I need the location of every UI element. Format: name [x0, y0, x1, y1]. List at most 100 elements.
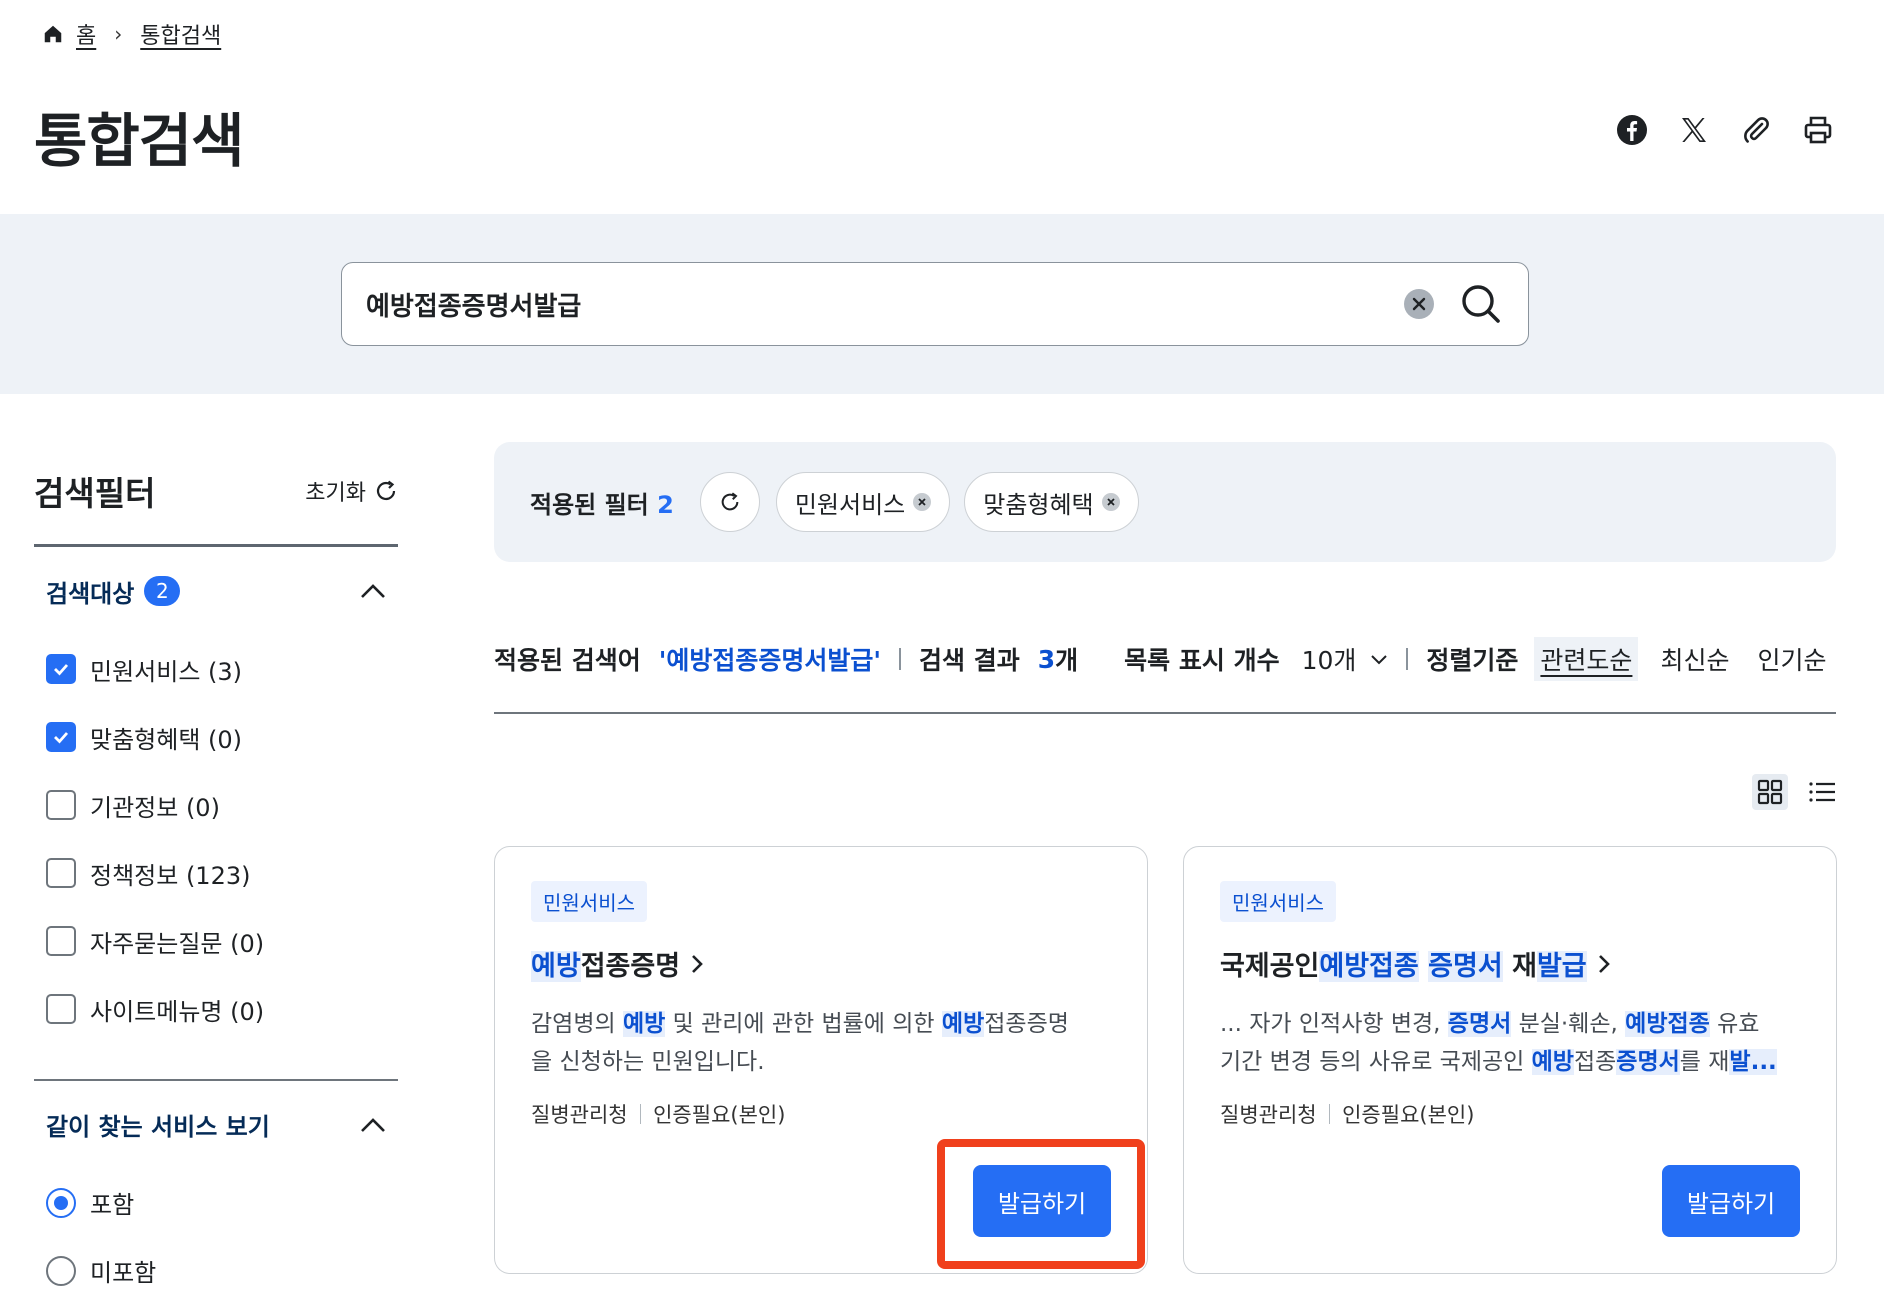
chevron-up-icon[interactable]: [360, 583, 386, 599]
remove-chip-icon[interactable]: [1101, 493, 1120, 511]
printer-icon[interactable]: [1800, 112, 1836, 148]
result-count-unit: 개: [1055, 646, 1079, 675]
check-icon: [54, 732, 69, 744]
facebook-icon[interactable]: [1614, 112, 1650, 148]
title-text: 접종증명: [580, 951, 681, 982]
divider: [639, 1104, 642, 1124]
desc-text: 분실·훼손,: [1511, 1011, 1626, 1037]
filter-group-related-title: 같이 찾는 서비스 보기: [46, 1113, 270, 1141]
chip-label: 맞춤형혜택: [983, 490, 1094, 519]
chip-label: 민원서비스: [794, 490, 906, 519]
result-card-title-link[interactable]: 예방접종증명: [531, 944, 1111, 983]
desc-text: 접종: [1573, 1049, 1617, 1075]
list-icon: [1809, 782, 1835, 802]
check-icon: [54, 664, 69, 676]
filter-group-target-header[interactable]: 검색대상 2: [34, 547, 398, 635]
auth-requirement: 인증필요(본인): [1342, 1103, 1475, 1127]
home-icon: [44, 25, 62, 43]
rows-per-page-select[interactable]: 10개: [1302, 641, 1389, 677]
paperclip-icon[interactable]: [1738, 112, 1774, 148]
chevron-right-icon: [1598, 954, 1610, 973]
issue-button[interactable]: 발급하기: [973, 1165, 1111, 1237]
highlight-text: 예방: [941, 1011, 985, 1037]
result-card-meta: 질병관리청 인증필요(본인): [1220, 1099, 1800, 1129]
search-button[interactable]: [1458, 281, 1504, 327]
filter-checkbox-item[interactable]: 민원서비스 (3): [34, 635, 398, 703]
divider: [899, 648, 902, 670]
divider: [1328, 1104, 1331, 1124]
checkbox-label: 기관정보 (0): [90, 793, 220, 822]
checkbox[interactable]: [46, 722, 76, 752]
related-service-radio-item[interactable]: 포함: [34, 1169, 398, 1237]
checkbox-label: 민원서비스 (3): [90, 657, 243, 686]
issue-button[interactable]: 발급하기: [1662, 1165, 1800, 1237]
desc-text: 을 신청하는 민원입니다.: [531, 1049, 765, 1075]
checkbox[interactable]: [46, 654, 76, 684]
category-tag: 민원서비스: [531, 881, 647, 922]
checkbox[interactable]: [46, 994, 76, 1024]
search-input[interactable]: [366, 263, 1366, 345]
applied-filter-chip[interactable]: 민원서비스: [775, 472, 951, 532]
sort-option[interactable]: 인기순: [1751, 637, 1832, 681]
reset-applied-filters-button[interactable]: [699, 472, 760, 532]
page-title: 통합검색: [34, 107, 244, 175]
title-text: 국제공인: [1220, 951, 1320, 982]
divider: [1406, 648, 1409, 670]
chevron-down-icon: [1371, 655, 1388, 665]
sort-option[interactable]: 관련도순: [1534, 637, 1639, 681]
x-twitter-icon[interactable]: [1676, 112, 1712, 148]
filter-checkbox-item[interactable]: 사이트메뉴명 (0): [34, 975, 398, 1043]
radio-label: 미포함: [90, 1259, 157, 1287]
grid-view-button[interactable]: [1752, 774, 1788, 810]
checkbox[interactable]: [46, 858, 76, 888]
highlight-text: 예방: [622, 1011, 666, 1037]
result-count: 3: [1037, 644, 1056, 674]
breadcrumb-home-link[interactable]: 홈: [76, 18, 96, 50]
checkbox-label: 정책정보 (123): [90, 861, 251, 890]
refresh-icon: [721, 492, 739, 511]
result-count-label: 검색 결과: [919, 646, 1020, 675]
chevron-up-icon[interactable]: [360, 1117, 386, 1133]
highlight-text: 예방접종: [1319, 951, 1419, 982]
radio-button[interactable]: [46, 1255, 76, 1286]
close-icon: [1412, 297, 1426, 311]
reset-filter-button[interactable]: 초기화: [305, 475, 398, 507]
applied-query-label: 적용된 검색어: [494, 646, 641, 675]
result-card-description: ... 자가 인적사항 변경, 증명서 분실·훼손, 예방접종 유효 기간 변경…: [1220, 1005, 1800, 1081]
grid-icon: [1757, 779, 1783, 805]
title-text: [1419, 951, 1428, 982]
related-service-radio-item[interactable]: 미포함: [34, 1237, 398, 1305]
category-tag: 민원서비스: [1220, 881, 1336, 922]
search-filter-sidebar: 검색필터 초기화 검색대상 2 민원서비스 (3) 맞춤형혜택 (0) 기관정보 (…: [34, 466, 398, 1305]
applied-filters-bar: 적용된 필터 2 민원서비스 맞춤형혜택: [494, 442, 1836, 562]
filter-checkbox-item[interactable]: 맞춤형혜택 (0): [34, 703, 398, 771]
sort-option[interactable]: 최신순: [1654, 637, 1735, 681]
highlight-text: 예방: [1531, 1049, 1574, 1075]
remove-chip-icon[interactable]: [913, 493, 932, 511]
result-card-description: 감염병의 예방 및 관리에 관한 법률에 의한 예방접종증명 을 신청하는 민원…: [531, 1005, 1111, 1081]
filter-checkbox-item[interactable]: 자주묻는질문 (0): [34, 907, 398, 975]
checkbox[interactable]: [46, 790, 76, 820]
highlight-text: 발급: [1536, 951, 1587, 982]
result-card-meta: 질병관리청 인증필요(본인): [531, 1099, 1111, 1129]
search-icon: [1462, 285, 1500, 323]
desc-text: 접종증명: [984, 1011, 1069, 1037]
applied-query-value: '예방접종증명서발급': [658, 646, 882, 675]
applied-filter-chip[interactable]: 맞춤형혜택: [964, 472, 1139, 532]
list-view-button[interactable]: [1804, 774, 1840, 810]
checkbox-label: 맞춤형혜택 (0): [90, 725, 243, 754]
filter-group-related-header[interactable]: 같이 찾는 서비스 보기: [34, 1081, 398, 1169]
breadcrumb-current-link[interactable]: 통합검색: [140, 18, 221, 50]
clear-search-button[interactable]: [1404, 289, 1434, 319]
breadcrumb: 홈 › 통합검색: [42, 18, 221, 50]
filter-checkbox-item[interactable]: 정책정보 (123): [34, 839, 398, 907]
sidebar-title: 검색필터: [34, 474, 156, 513]
checkbox[interactable]: [46, 926, 76, 956]
radio-button[interactable]: [46, 1187, 76, 1218]
filter-checkbox-item[interactable]: 기관정보 (0): [34, 771, 398, 839]
highlight-text: 예방: [531, 951, 581, 982]
highlight-text: 발...: [1729, 1049, 1777, 1075]
desc-text: 감염병의: [531, 1011, 623, 1037]
rows-per-page-value: 10개: [1301, 646, 1357, 675]
result-card-title-link[interactable]: 국제공인예방접종 증명서 재발급: [1220, 944, 1800, 983]
